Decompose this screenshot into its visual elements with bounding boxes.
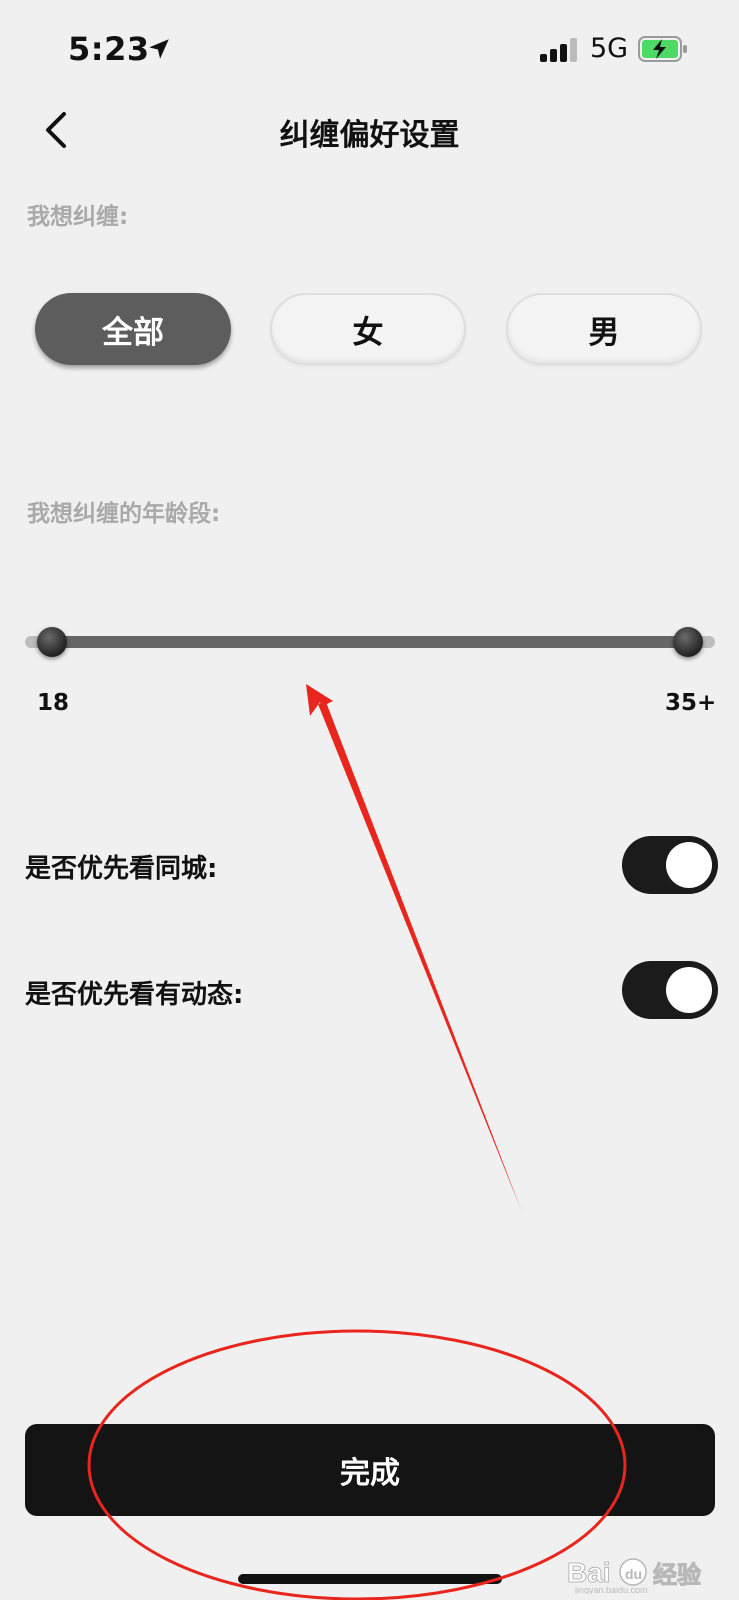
gender-option-label: 全部	[102, 314, 164, 351]
age-min-label: 18	[37, 690, 70, 716]
gender-option-all[interactable]: 全部	[35, 293, 231, 365]
location-arrow-icon	[149, 39, 169, 59]
done-button-label: 完成	[340, 1456, 400, 1491]
svg-text:Bai: Bai	[567, 1557, 611, 1588]
battery-charging-icon	[638, 36, 687, 62]
has-posts-label: 是否优先看有动态:	[25, 980, 244, 1010]
annotation-overlay	[87, 684, 627, 1600]
gender-option-female[interactable]: 女	[270, 293, 466, 365]
has-posts-toggle[interactable]	[622, 961, 718, 1019]
age-min-handle[interactable]	[37, 627, 67, 657]
status-time: 5:23	[68, 30, 150, 68]
gender-option-label: 男	[588, 314, 620, 351]
gender-option-male[interactable]: 男	[506, 293, 702, 365]
annotation-arrow	[306, 684, 522, 1212]
home-indicator[interactable]	[238, 1574, 502, 1584]
status-bar: 5:23 5G	[0, 0, 739, 96]
age-range-fill	[52, 636, 688, 648]
network-type: 5G	[590, 33, 629, 64]
page-title: 纠缠偏好设置	[279, 118, 460, 153]
age-max-label: 35+	[665, 690, 717, 716]
age-max-handle[interactable]	[673, 627, 703, 657]
age-section-label: 我想纠缠的年龄段:	[27, 501, 221, 527]
gender-option-label: 女	[352, 314, 384, 351]
svg-text:du: du	[625, 1566, 642, 1582]
watermark-suffix: 经验	[653, 1561, 701, 1589]
same-city-toggle[interactable]	[622, 836, 718, 894]
annotation-arrow-shaft	[318, 702, 522, 1212]
same-city-label: 是否优先看同城:	[25, 854, 218, 884]
baidu-watermark: Bai du 经验 jingyan.baidu.com	[567, 1552, 727, 1596]
toggle-knob	[666, 967, 712, 1013]
watermark-domain: jingyan.baidu.com	[574, 1585, 648, 1594]
toggle-knob	[666, 842, 712, 888]
done-button[interactable]: 完成	[25, 1424, 715, 1516]
signal-bars-icon	[540, 38, 580, 62]
gender-section-label: 我想纠缠:	[27, 204, 129, 230]
